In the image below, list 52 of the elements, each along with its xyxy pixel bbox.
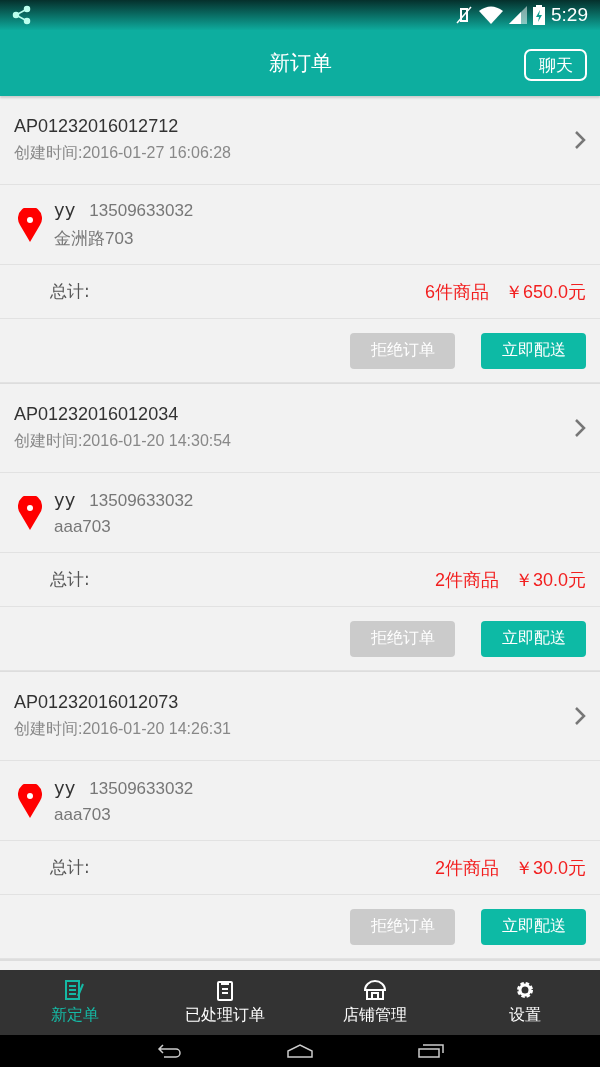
chevron-right-icon [574,418,586,438]
item-count: 2件商品 [434,856,499,880]
item-count: 6件商品 [424,280,489,304]
address: aaa703 [54,516,112,537]
home-icon[interactable] [287,1044,313,1058]
order-header[interactable]: AP01232016012073 创建时间:2016-01-20 14:26:31 [0,672,600,761]
phone-number: 13509633032 [89,778,194,799]
tab[interactable]: 新定单 [0,970,150,1035]
chevron-right-icon [574,130,586,150]
battery-icon [533,5,545,25]
tab[interactable]: 店铺管理 [300,970,450,1035]
recents-icon[interactable] [418,1044,444,1058]
total-label: 总计: [50,856,90,879]
order-number: AP01232016012712 [14,116,180,137]
phone-number: 13509633032 [89,201,194,221]
address: aaa703 [54,804,112,825]
total-label: 总计: [50,568,90,591]
page-title: 新订单 [268,50,332,77]
phone-number: 13509633032 [89,490,194,511]
settings-icon [514,979,536,1001]
storefront-icon [363,979,387,1001]
order-header[interactable]: AP01232016012712 创建时间:2016-01-27 16:06:28 [0,96,600,185]
total-label: 总计: [50,280,90,303]
address: 金洲路703 [54,228,135,250]
customer-name: yy [54,199,76,220]
total-amount: ￥30.0元 [514,856,586,880]
signal-icon [509,6,527,24]
customer-name: yy [54,776,76,798]
order-header[interactable]: AP01232016012034 创建时间:2016-01-20 14:30:54 [0,384,600,473]
clock: 5:29 [551,4,588,26]
share-icon [12,5,32,25]
tab[interactable]: 设置 [450,970,600,1035]
customer-name: yy [54,488,76,510]
location-pin-icon [18,783,42,818]
chevron-right-icon [574,706,586,726]
item-count: 2件商品 [434,568,499,592]
created-time: 创建时间:2016-01-27 16:06:28 [14,143,231,163]
clipboard-icon [214,979,236,1001]
order-number: AP01232016012034 [14,404,180,425]
created-time: 创建时间:2016-01-20 14:30:54 [14,431,231,451]
location-pin-icon [18,495,42,530]
wifi-icon [479,6,503,24]
total-amount: ￥30.0元 [514,568,586,592]
mute-icon [455,5,473,25]
created-time: 创建时间:2016-01-20 14:26:31 [14,719,231,739]
chat-button[interactable]: 聊天 [524,49,587,81]
tab[interactable]: 已处理订单 [150,970,300,1035]
total-amount: ￥650.0元 [504,280,586,304]
notepad-pen-icon [64,979,86,1001]
location-pin-icon [18,207,42,242]
back-icon[interactable] [156,1044,182,1058]
order-number: AP01232016012073 [14,692,180,713]
